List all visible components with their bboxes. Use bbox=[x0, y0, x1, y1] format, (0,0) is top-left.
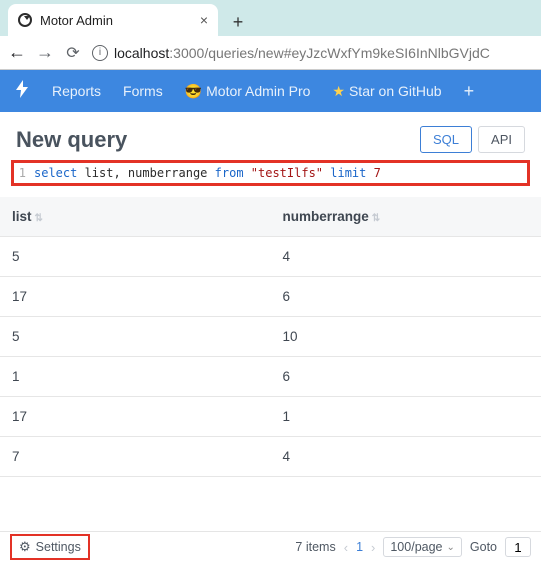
cell-list: 5 bbox=[0, 237, 271, 276]
table-row[interactable]: 17 1 bbox=[0, 397, 541, 437]
page-title: New query bbox=[16, 127, 414, 153]
table-row[interactable]: 5 4 bbox=[0, 237, 541, 277]
col-header-numberrange[interactable]: numberrange⇅ bbox=[271, 197, 541, 236]
nav-pro-label: Motor Admin Pro bbox=[206, 83, 310, 99]
api-button[interactable]: API bbox=[478, 126, 525, 153]
results-table: list⇅ numberrange⇅ 5 4 17 6 5 10 1 6 17 … bbox=[0, 197, 541, 477]
sql-editor[interactable]: 1 select list, numberrange from "testIlf… bbox=[14, 163, 527, 183]
sql-columns: list, numberrange bbox=[77, 166, 214, 180]
address-bar: ← → ⟳ i localhost:3000/queries/new#eyJzc… bbox=[0, 36, 541, 70]
cell-list: 7 bbox=[0, 437, 271, 476]
cell-numberrange: 10 bbox=[271, 317, 541, 356]
sql-limit-value: 7 bbox=[366, 166, 380, 180]
url-field[interactable]: i localhost:3000/queries/new#eyJzcWxfYm9… bbox=[92, 45, 533, 61]
settings-label: Settings bbox=[36, 540, 81, 554]
browser-tab[interactable]: Motor Admin × bbox=[8, 4, 218, 36]
sql-text: select list, numberrange from "testIlfs"… bbox=[34, 166, 381, 180]
next-page-icon[interactable]: › bbox=[371, 540, 375, 555]
close-icon[interactable]: × bbox=[200, 12, 208, 28]
sort-icon: ⇅ bbox=[35, 213, 43, 224]
goto-label: Goto bbox=[470, 540, 497, 554]
cell-numberrange: 6 bbox=[271, 357, 541, 396]
sunglasses-icon: 😎 bbox=[185, 83, 202, 99]
page-header: New query SQL API bbox=[0, 112, 541, 163]
pagination: 7 items ‹ 1 › 100/page ⌄ Goto bbox=[295, 537, 531, 557]
cell-numberrange: 6 bbox=[271, 277, 541, 316]
site-info-icon[interactable]: i bbox=[92, 45, 108, 61]
back-icon[interactable]: ← bbox=[8, 42, 26, 63]
sql-table: "testIlfs" bbox=[244, 166, 331, 180]
url-port: :3000 bbox=[169, 45, 204, 61]
browser-tab-strip: Motor Admin × + bbox=[0, 0, 541, 36]
sql-button[interactable]: SQL bbox=[420, 126, 472, 153]
table-row[interactable]: 17 6 bbox=[0, 277, 541, 317]
nav-forms[interactable]: Forms bbox=[123, 83, 163, 99]
cell-numberrange: 4 bbox=[271, 237, 541, 276]
table-row[interactable]: 1 6 bbox=[0, 357, 541, 397]
favicon-icon bbox=[18, 13, 32, 27]
table-header-row: list⇅ numberrange⇅ bbox=[0, 197, 541, 237]
item-count: 7 items bbox=[295, 540, 335, 554]
col-header-list-label: list bbox=[12, 209, 32, 224]
sql-kw-limit: limit bbox=[330, 166, 366, 180]
per-page-label: 100/page bbox=[390, 540, 442, 554]
new-tab-button[interactable]: + bbox=[224, 8, 252, 36]
footer-bar: ⚙ Settings 7 items ‹ 1 › 100/page ⌄ Goto bbox=[0, 531, 541, 562]
goto-input[interactable] bbox=[505, 537, 531, 557]
cell-numberrange: 4 bbox=[271, 437, 541, 476]
nav-add-button[interactable]: + bbox=[464, 81, 475, 102]
per-page-select[interactable]: 100/page ⌄ bbox=[383, 537, 462, 557]
line-number: 1 bbox=[18, 166, 26, 180]
sql-kw-select: select bbox=[34, 166, 77, 180]
nav-star[interactable]: ★Star on GitHub bbox=[332, 83, 441, 100]
cell-list: 17 bbox=[0, 277, 271, 316]
table-row[interactable]: 5 10 bbox=[0, 317, 541, 357]
current-page[interactable]: 1 bbox=[356, 540, 363, 554]
cell-list: 5 bbox=[0, 317, 271, 356]
sort-icon: ⇅ bbox=[372, 213, 380, 224]
reload-icon[interactable]: ⟳ bbox=[64, 43, 82, 63]
sql-kw-from: from bbox=[215, 166, 244, 180]
forward-icon[interactable]: → bbox=[36, 42, 54, 63]
tab-title: Motor Admin bbox=[40, 13, 192, 28]
settings-button[interactable]: ⚙ Settings bbox=[10, 534, 90, 560]
prev-page-icon[interactable]: ‹ bbox=[344, 540, 348, 555]
cell-list: 1 bbox=[0, 357, 271, 396]
col-header-list[interactable]: list⇅ bbox=[0, 197, 271, 236]
table-row[interactable]: 7 4 bbox=[0, 437, 541, 477]
col-header-numberrange-label: numberrange bbox=[283, 209, 369, 224]
chevron-down-icon: ⌄ bbox=[447, 542, 455, 553]
cell-numberrange: 1 bbox=[271, 397, 541, 436]
app-nav: Reports Forms 😎Motor Admin Pro ★Star on … bbox=[0, 70, 541, 112]
gear-icon: ⚙ bbox=[19, 539, 31, 555]
nav-pro[interactable]: 😎Motor Admin Pro bbox=[185, 83, 311, 100]
cell-list: 17 bbox=[0, 397, 271, 436]
logo-icon[interactable] bbox=[14, 80, 30, 103]
url-path: /queries/new#eyJzcWxfYm9keSI6InNlbGVjdC bbox=[204, 45, 490, 61]
nav-reports[interactable]: Reports bbox=[52, 83, 101, 99]
nav-star-label: Star on GitHub bbox=[349, 83, 442, 99]
url-host: localhost bbox=[114, 45, 169, 61]
star-icon: ★ bbox=[332, 83, 345, 99]
